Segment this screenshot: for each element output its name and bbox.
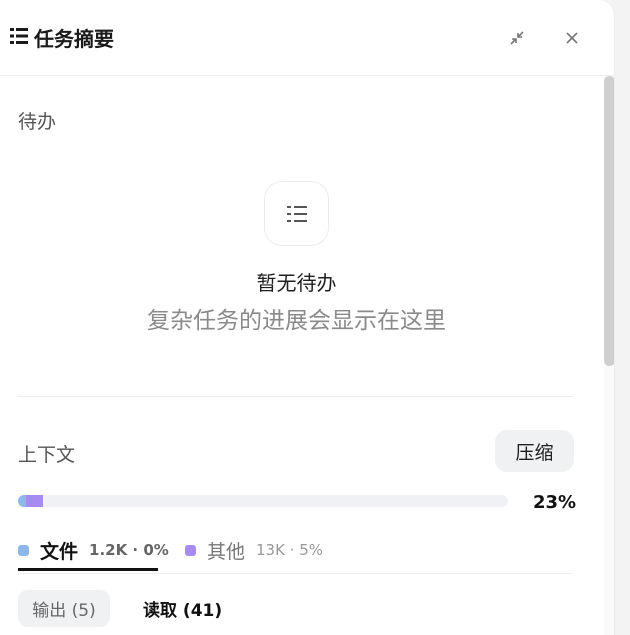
empty-state-subtitle: 复杂任务的进展会显示在这里 [147, 308, 446, 334]
context-usage-bar [18, 495, 508, 507]
compress-button[interactable]: 压缩 [495, 430, 574, 472]
tab-other-label: 其他 [207, 540, 246, 563]
other-color-dot [185, 544, 196, 556]
close-icon [566, 32, 578, 44]
close-button[interactable] [560, 26, 584, 50]
context-usage-percent: 23% [533, 492, 577, 513]
tab-files-label: 文件 [40, 540, 79, 563]
panel-title: 任务摘要 [34, 27, 114, 51]
collapse-arrows-icon [510, 31, 524, 45]
task-summary-panel: 任务摘要 待办 暂无待办 复杂任务的进展会显示在这里 上下文 压缩 23% 文件… [0, 0, 615, 635]
empty-state-title: 暂无待办 [256, 271, 337, 295]
sub-tab-output[interactable]: 输出 (5) [18, 590, 110, 627]
active-tab-underline [18, 568, 158, 571]
usage-segment-other [26, 495, 43, 507]
context-section-label: 上下文 [18, 444, 76, 466]
files-color-dot [18, 544, 29, 556]
sub-tab-read[interactable]: 读取 (41) [143, 590, 222, 627]
todo-section-label: 待办 [18, 111, 57, 133]
list-icon [10, 28, 28, 44]
tab-files-stat: 1.2K · 0% [89, 541, 169, 559]
tab-other[interactable]: 其他 13K · 5% [185, 538, 324, 563]
panel-header: 任务摘要 [0, 0, 614, 76]
collapse-button[interactable] [505, 26, 529, 50]
section-divider [18, 396, 573, 397]
tab-files[interactable]: 文件 1.2K · 0% [18, 538, 169, 563]
scrollbar-thumb[interactable] [604, 76, 614, 366]
empty-state-icon-box [264, 181, 329, 246]
tab-divider [18, 573, 573, 574]
tab-other-stat: 13K · 5% [256, 541, 324, 559]
list-icon [286, 205, 307, 222]
usage-segment-files [18, 495, 26, 507]
